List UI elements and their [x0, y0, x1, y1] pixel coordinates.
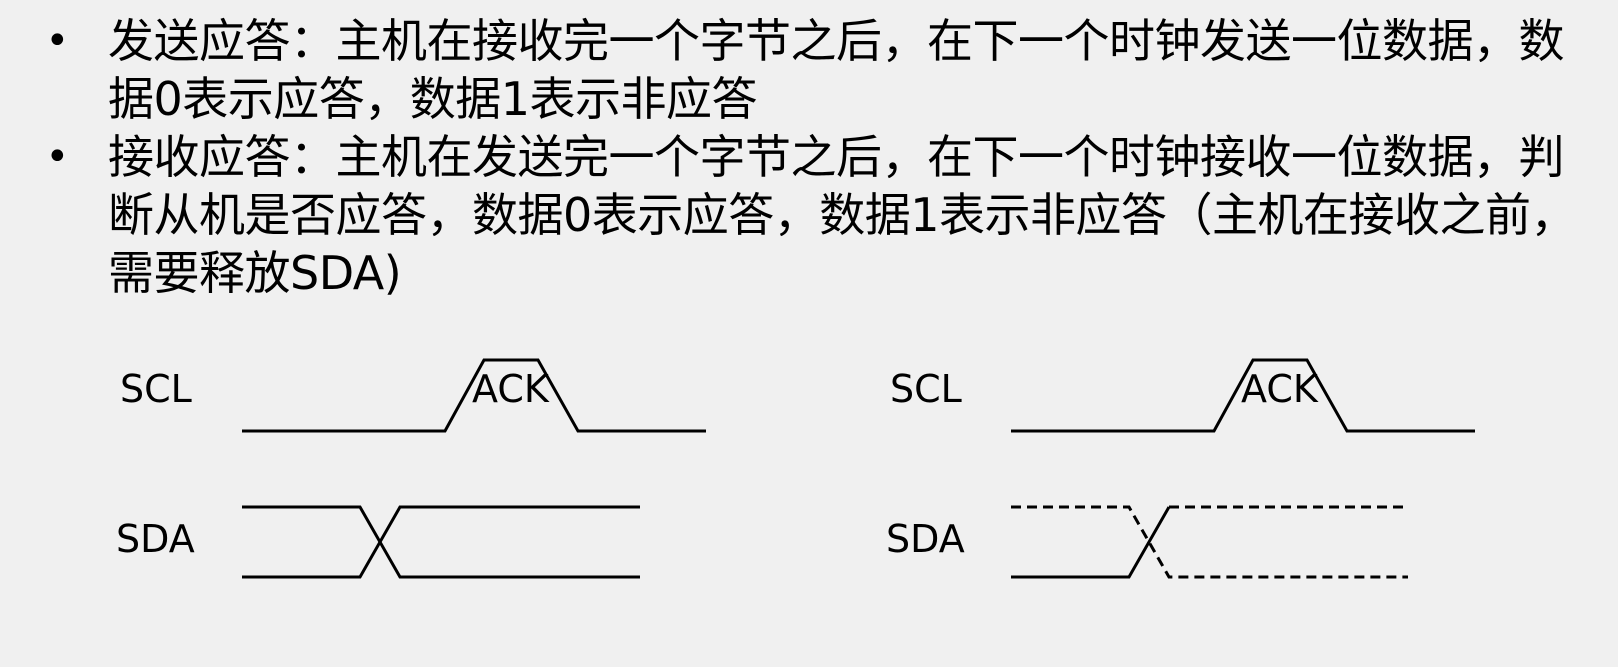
bullet-text-send-ack: 发送应答：主机在接收完一个字节之后，在下一个时钟发送一位数据，数据0表示应答，数…	[108, 14, 1565, 126]
scl-label: SCL	[120, 367, 192, 411]
ack-label: ACK	[1241, 367, 1319, 411]
receive-ack-diagram: SCL ACK SDA	[886, 358, 1475, 579]
bullet-receive-ack: • 接收应答：主机在发送完一个字节之后，在下一个时钟接收一位数据，判断从机是否应…	[42, 128, 1582, 302]
sda-waveform-solid-rising	[1011, 506, 1171, 579]
sda-label: SDA	[116, 517, 195, 561]
bullet-text-receive-ack: 接收应答：主机在发送完一个字节之后，在下一个时钟接收一位数据，判断从机是否应答，…	[108, 130, 1577, 300]
sda-waveform-dashed-falling	[1011, 505, 1408, 579]
bullet-list: • 发送应答：主机在接收完一个字节之后，在下一个时钟发送一位数据，数据0表示应答…	[42, 12, 1582, 302]
send-ack-diagram: SCL ACK SDA	[116, 358, 706, 579]
bullet-send-ack: • 发送应答：主机在接收完一个字节之后，在下一个时钟发送一位数据，数据0表示应答…	[42, 12, 1582, 128]
bullet-marker: •	[45, 18, 69, 64]
sda-label: SDA	[886, 517, 965, 561]
ack-timing-diagrams: SCL ACK SDA SCL ACK SDA	[116, 358, 1475, 579]
sda-waveform-high-transition	[242, 505, 640, 579]
scl-label: SCL	[890, 367, 962, 411]
ack-label: ACK	[472, 367, 550, 411]
sda-waveform-low-transition	[242, 505, 640, 579]
bullet-marker: •	[45, 134, 69, 180]
